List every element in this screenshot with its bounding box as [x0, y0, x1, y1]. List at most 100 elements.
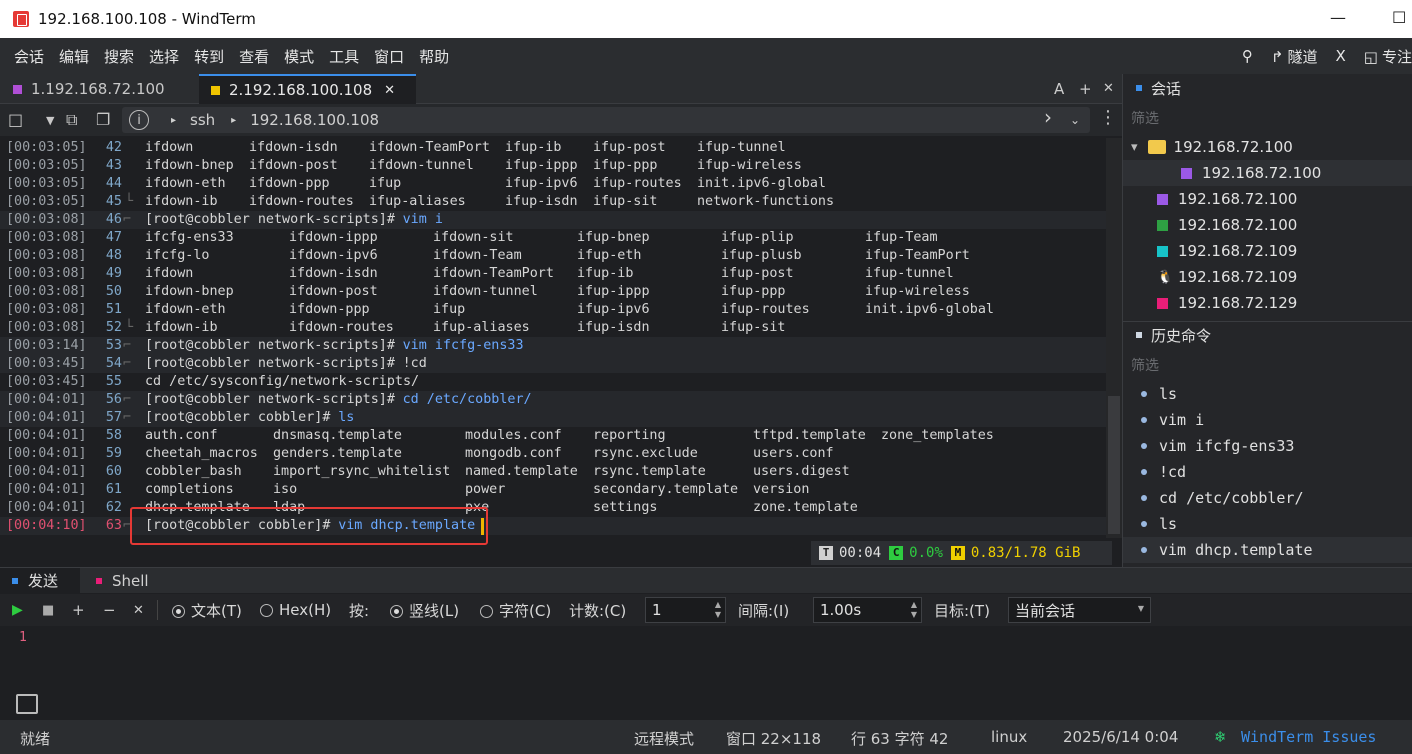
menu-view[interactable]: 查看 [239, 46, 269, 67]
menu-tools[interactable]: 工具 [329, 46, 359, 67]
tab-send[interactable]: 发送 [0, 568, 80, 593]
fold-marker-icon[interactable]: ⌐ [123, 391, 131, 409]
font-size-button[interactable]: A [1054, 80, 1064, 98]
focus-button[interactable]: ◱ 专注 [1364, 46, 1412, 67]
history-filter-input[interactable]: 筛选 [1131, 355, 1159, 375]
session-label: 192.168.72.129 [1178, 294, 1298, 312]
vertical-line-label: 竖线(L) [409, 601, 460, 620]
line-number: 57 [105, 410, 122, 425]
sessions-panel-header[interactable]: 会话 [1123, 75, 1412, 101]
menu-mode[interactable]: 模式 [284, 46, 314, 67]
play-icon[interactable]: ▶ [12, 602, 23, 618]
chevron-right-icon[interactable]: › [1044, 105, 1052, 129]
terminal-line: [00:03:14] 53 ⌐ [root@cobbler network-scrip… [0, 337, 1106, 355]
history-item[interactable]: vim ifcfg-ens33 [1123, 433, 1412, 459]
tab-shell[interactable]: Shell [86, 568, 176, 593]
fold-marker-icon[interactable]: ⌐ [123, 211, 131, 229]
hex-mode-radio[interactable]: Hex(H) [260, 601, 331, 619]
menu-edit[interactable]: 编辑 [59, 46, 89, 67]
sessions-filter-input[interactable]: 筛选 [1131, 108, 1159, 128]
file-entry: ifdown-isdn [289, 266, 378, 281]
stepper-arrows-icon[interactable]: ▲ ▼ [715, 600, 721, 620]
file-entry: ifdown-eth [145, 302, 226, 317]
history-item[interactable]: cd /etc/cobbler/ [1123, 485, 1412, 511]
tunnel-button[interactable]: ↱ 隧道 [1271, 46, 1318, 67]
shell-prompt: [root@cobbler network-scripts]# [145, 338, 403, 353]
count-stepper[interactable]: 1 ▲ ▼ [645, 597, 726, 623]
terminal-output[interactable]: [00:03:05] 42 ifdown ifdown-isdn ifdown-Team… [0, 138, 1106, 538]
new-session-icon[interactable]: □ [8, 110, 23, 129]
line-number: 51 [105, 302, 122, 317]
history-item[interactable]: vim dhcp.template [1123, 537, 1412, 563]
minimize-button[interactable]: — [1330, 8, 1346, 27]
chevron-down-icon[interactable]: ▾ [1131, 140, 1138, 155]
terminal-line: [00:03:05] 42 ifdown ifdown-isdn ifdown-Team… [0, 139, 1106, 157]
terminal-scrollbar[interactable] [1106, 138, 1122, 538]
close-tab-icon[interactable]: ✕ [384, 83, 395, 98]
tab-label: 2.192.168.100.108 [229, 81, 373, 99]
menu-select[interactable]: 选择 [149, 46, 179, 67]
remote-mode-status[interactable]: 远程模式 [634, 728, 694, 749]
shell-command: ls [338, 410, 355, 425]
remove-icon[interactable]: − [103, 601, 116, 619]
history-item[interactable]: ls [1123, 511, 1412, 537]
close-pane-button[interactable]: ✕ [1103, 81, 1114, 96]
address-bar[interactable]: i ▸ ssh ▸ 192.168.100.108 › ⌄ [122, 105, 1090, 133]
editor-footer [0, 690, 1412, 720]
vertical-line-radio[interactable]: 竖线(L) [390, 600, 459, 621]
send-editor[interactable]: 1 [0, 626, 1412, 690]
menu-window[interactable]: 窗口 [374, 46, 404, 67]
new-tab-button[interactable]: + [1079, 80, 1092, 98]
text-mode-radio[interactable]: 文本(T) [172, 600, 242, 621]
target-select[interactable]: 当前会话 ▼ [1008, 597, 1151, 623]
stepper-arrows-icon[interactable]: ▲ ▼ [911, 600, 917, 620]
session-item[interactable]: 192.168.72.109 [1123, 238, 1412, 264]
session-folder[interactable]: ▾ 192.168.72.100 [1123, 134, 1412, 160]
tab-session-2[interactable]: 2.192.168.100.108 ✕ [199, 74, 416, 104]
target-value: 当前会话 [1015, 601, 1076, 620]
file-entry: ifdown-ib [145, 320, 218, 335]
chevron-down-icon[interactable]: ▼ [46, 114, 54, 127]
tab-session-1[interactable]: 1.192.168.72.100 [0, 74, 198, 104]
file-entry: ifup-tunnel [865, 266, 954, 281]
session-item[interactable]: 192.168.72.129 [1123, 290, 1412, 316]
panel-toggle-icon[interactable] [16, 694, 38, 714]
file-entry: rsync.exclude [593, 446, 698, 461]
tab-bullet-icon [12, 577, 18, 584]
windterm-issues-link[interactable]: WindTerm Issues [1241, 728, 1376, 746]
session-item[interactable]: 🐧 192.168.72.109 [1123, 264, 1412, 290]
session-item[interactable]: 192.168.72.100 [1123, 186, 1412, 212]
editor-line-number: 1 [19, 630, 27, 645]
terminal-line: [00:03:45] 54 ⌐ [root@cobbler network-scrip… [0, 355, 1106, 373]
fold-marker-icon[interactable]: ⌐ [123, 409, 131, 427]
menu-search[interactable]: 搜索 [104, 46, 134, 67]
scrollbar-thumb[interactable] [1108, 396, 1120, 534]
add-icon[interactable]: + [72, 601, 85, 619]
history-item[interactable]: ls [1123, 381, 1412, 407]
history-item[interactable]: !cd [1123, 459, 1412, 485]
session-item[interactable]: 192.168.72.100 [1123, 212, 1412, 238]
info-icon[interactable]: i [129, 110, 149, 130]
menu-goto[interactable]: 转到 [194, 46, 224, 67]
more-options-icon[interactable]: ⋮ [1099, 107, 1117, 128]
menu-help[interactable]: 帮助 [419, 46, 449, 67]
history-item[interactable]: vim i [1123, 407, 1412, 433]
char-radio[interactable]: 字符(C) [480, 600, 551, 621]
close-icon[interactable]: ✕ [133, 603, 144, 618]
stop-icon[interactable]: ■ [42, 603, 54, 618]
history-panel-header[interactable]: 历史命令 [1123, 322, 1412, 348]
interval-stepper[interactable]: 1.00s ▲ ▼ [813, 597, 922, 623]
file-entry: ifup-bnep [577, 230, 650, 245]
maximize-button[interactable]: ☐ [1392, 8, 1406, 27]
fold-marker-icon[interactable]: ⌐ [123, 355, 131, 373]
file-entry: ifup-ib [577, 266, 634, 281]
fold-marker-icon[interactable]: ⌐ [123, 337, 131, 355]
session-item[interactable]: 192.168.72.100 [1123, 160, 1412, 186]
clone-session-icon[interactable]: ❐ [96, 110, 110, 129]
duplicate-session-icon[interactable]: ⧉ [66, 110, 77, 130]
chevron-down-icon[interactable]: ⌄ [1070, 113, 1080, 127]
menu-session[interactable]: 会话 [14, 46, 44, 67]
search-icon[interactable]: ⚲ [1242, 47, 1253, 65]
x-button[interactable]: X [1336, 47, 1346, 65]
shell-prompt: [root@cobbler network-scripts]# [145, 392, 403, 407]
